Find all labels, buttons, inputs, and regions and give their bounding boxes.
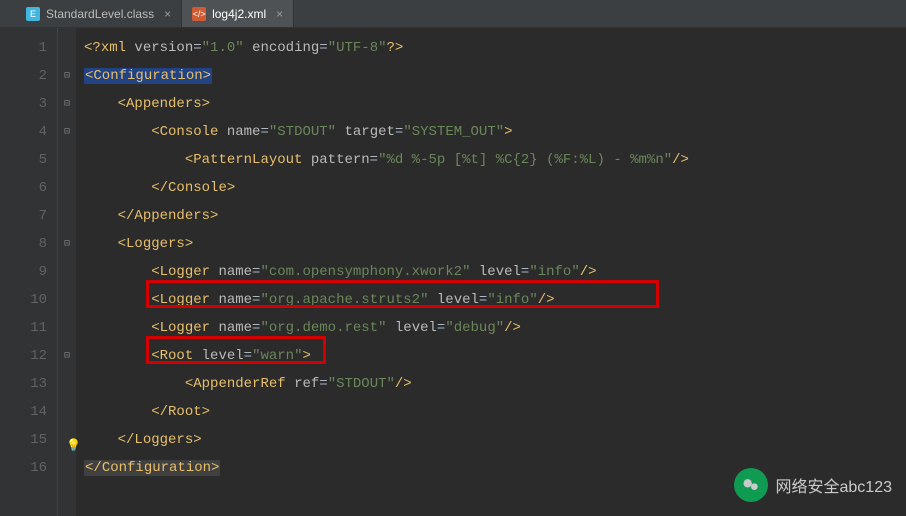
line-number: 7	[0, 202, 47, 230]
line-number: 3	[0, 90, 47, 118]
code-line: </Root>	[84, 398, 906, 426]
code-line: <Console name="STDOUT" target="SYSTEM_OU…	[84, 118, 906, 146]
fold-marker-icon[interactable]: ⊟	[58, 230, 76, 258]
code-line: </Console>	[84, 174, 906, 202]
line-number: 5	[0, 146, 47, 174]
fold-marker-icon[interactable]: ⊟	[58, 342, 76, 370]
watermark: 网络安全abc123	[734, 468, 893, 502]
line-number: 11	[0, 314, 47, 342]
code-line: </Appenders>	[84, 202, 906, 230]
line-number: 2	[0, 62, 47, 90]
code-line: <AppenderRef ref="STDOUT"/>	[84, 370, 906, 398]
line-number: 6	[0, 174, 47, 202]
wechat-icon	[734, 468, 768, 502]
line-number: 9	[0, 258, 47, 286]
close-icon[interactable]: ×	[276, 7, 283, 21]
code-line: 💡 </Loggers>	[84, 426, 906, 454]
editor-tabs: E StandardLevel.class × </> log4j2.xml ×	[0, 0, 906, 28]
code-line: <Logger name="org.apache.struts2" level=…	[84, 286, 906, 314]
line-number: 4	[0, 118, 47, 146]
intention-bulb-icon[interactable]: 💡	[66, 432, 81, 460]
code-line: <Logger name="com.opensymphony.xwork2" l…	[84, 258, 906, 286]
code-line: <Root level="warn">	[84, 342, 906, 370]
code-editor[interactable]: 1 2 3 4 5 6 7 8 9 10 11 12 13 14 15 16 ⊟…	[0, 28, 906, 516]
code-line: <Configuration>	[84, 62, 906, 90]
line-number: 14	[0, 398, 47, 426]
code-line: <Loggers>	[84, 230, 906, 258]
tab-standard-level[interactable]: E StandardLevel.class ×	[16, 0, 182, 27]
watermark-text: 网络安全abc123	[776, 473, 893, 497]
code-line: <PatternLayout pattern="%d %-5p [%t] %C{…	[84, 146, 906, 174]
line-number-gutter: 1 2 3 4 5 6 7 8 9 10 11 12 13 14 15 16	[0, 28, 58, 516]
close-icon[interactable]: ×	[164, 7, 171, 21]
line-number: 16	[0, 454, 47, 482]
xml-file-icon: </>	[192, 7, 206, 21]
fold-marker-icon[interactable]: ⊟	[58, 118, 76, 146]
code-line: <Logger name="org.demo.rest" level="debu…	[84, 314, 906, 342]
code-area[interactable]: <?xml version="1.0" encoding="UTF-8"?> <…	[76, 28, 906, 516]
line-number: 10	[0, 286, 47, 314]
java-class-icon: E	[26, 7, 40, 21]
line-number: 13	[0, 370, 47, 398]
fold-marker-icon[interactable]: ⊟	[58, 62, 76, 90]
line-number: 1	[0, 34, 47, 62]
code-line: <Appenders>	[84, 90, 906, 118]
line-number: 12	[0, 342, 47, 370]
tab-log4j2-xml[interactable]: </> log4j2.xml ×	[182, 0, 294, 27]
line-number: 8	[0, 230, 47, 258]
tab-label: StandardLevel.class	[46, 7, 154, 21]
tab-label: log4j2.xml	[212, 7, 266, 21]
line-number: 15	[0, 426, 47, 454]
code-line: <?xml version="1.0" encoding="UTF-8"?>	[84, 34, 906, 62]
fold-marker-icon[interactable]: ⊟	[58, 90, 76, 118]
